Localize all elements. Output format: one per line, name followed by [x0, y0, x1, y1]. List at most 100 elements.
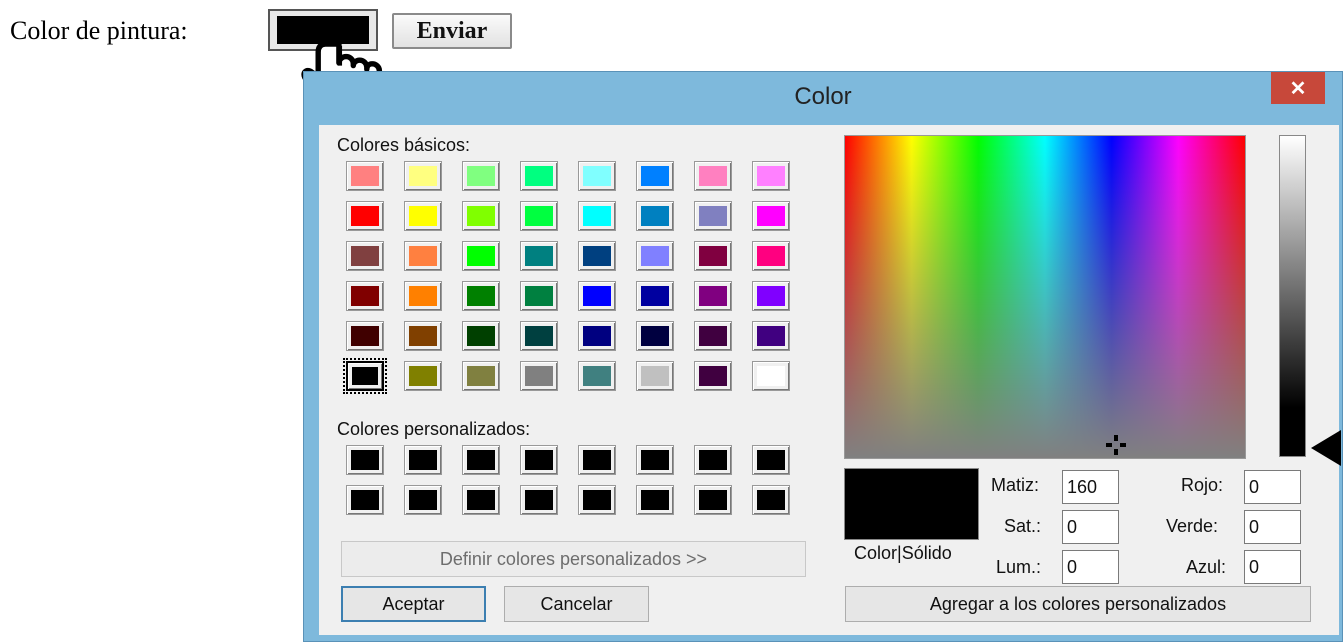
basic-color-swatch[interactable]	[578, 281, 616, 311]
basic-color-swatch-fill	[583, 366, 611, 386]
custom-color-swatch[interactable]	[578, 485, 616, 515]
custom-color-swatch[interactable]	[694, 485, 732, 515]
basic-color-swatch[interactable]	[752, 361, 790, 391]
basic-color-swatch[interactable]	[694, 281, 732, 311]
basic-color-swatch[interactable]	[636, 161, 674, 191]
basic-color-swatch[interactable]	[404, 241, 442, 271]
basic-color-swatch-fill	[699, 326, 727, 346]
custom-color-swatch[interactable]	[520, 485, 558, 515]
custom-color-swatch-fill	[699, 490, 727, 510]
basic-color-swatch[interactable]	[520, 241, 558, 271]
basic-color-swatch[interactable]	[346, 161, 384, 191]
color-dialog: Color ✕ Colores básicos: Colores persona…	[303, 71, 1343, 642]
basic-color-swatch[interactable]	[520, 161, 558, 191]
custom-color-swatch[interactable]	[462, 445, 500, 475]
basic-color-swatch[interactable]	[462, 321, 500, 351]
custom-color-swatch-fill	[467, 450, 495, 470]
basic-color-swatch[interactable]	[636, 241, 674, 271]
custom-color-swatch[interactable]	[404, 445, 442, 475]
basic-color-swatch[interactable]	[346, 321, 384, 351]
basic-color-swatch[interactable]	[636, 201, 674, 231]
lum-field[interactable]: 0	[1062, 550, 1119, 584]
color-preview	[844, 468, 979, 540]
custom-color-swatch[interactable]	[752, 485, 790, 515]
custom-color-swatch[interactable]	[346, 485, 384, 515]
hue-field[interactable]: 160	[1062, 470, 1119, 504]
close-button[interactable]: ✕	[1271, 72, 1325, 104]
basic-color-swatch[interactable]	[694, 321, 732, 351]
basic-color-swatch[interactable]	[752, 201, 790, 231]
basic-color-swatch[interactable]	[404, 281, 442, 311]
basic-color-swatch[interactable]	[578, 161, 616, 191]
basic-color-swatch[interactable]	[636, 281, 674, 311]
send-button[interactable]: Enviar	[392, 13, 512, 49]
custom-color-swatch[interactable]	[520, 445, 558, 475]
basic-color-swatch[interactable]	[694, 201, 732, 231]
basic-color-swatch[interactable]	[578, 321, 616, 351]
basic-color-swatch[interactable]	[404, 321, 442, 351]
basic-color-swatch-fill	[467, 286, 495, 306]
basic-color-swatch[interactable]	[752, 321, 790, 351]
luminance-arrow-icon[interactable]	[1311, 430, 1341, 466]
basic-color-swatch[interactable]	[346, 201, 384, 231]
blue-field[interactable]: 0	[1244, 550, 1301, 584]
basic-color-swatch[interactable]	[520, 321, 558, 351]
custom-color-swatch[interactable]	[346, 445, 384, 475]
basic-color-swatch[interactable]	[462, 281, 500, 311]
add-to-custom-colors-button[interactable]: Agregar a los colores personalizados	[845, 586, 1311, 622]
basic-color-swatch[interactable]	[520, 201, 558, 231]
custom-color-swatch[interactable]	[462, 485, 500, 515]
basic-color-swatch-fill	[641, 166, 669, 186]
basic-color-swatch[interactable]	[694, 361, 732, 391]
accept-button[interactable]: Aceptar	[341, 586, 486, 622]
basic-color-swatch-fill	[467, 326, 495, 346]
basic-color-swatch[interactable]	[404, 201, 442, 231]
basic-color-swatch-fill	[641, 366, 669, 386]
basic-color-swatch[interactable]	[462, 361, 500, 391]
cancel-button[interactable]: Cancelar	[504, 586, 649, 622]
basic-color-swatch-fill	[409, 246, 437, 266]
custom-color-swatch-fill	[409, 490, 437, 510]
basic-color-swatch[interactable]	[694, 161, 732, 191]
basic-color-swatch-fill	[351, 206, 379, 226]
custom-color-swatch-fill	[351, 490, 379, 510]
basic-color-swatch-fill	[757, 326, 785, 346]
red-field[interactable]: 0	[1244, 470, 1301, 504]
basic-color-swatch-fill	[699, 166, 727, 186]
green-field[interactable]: 0	[1244, 510, 1301, 544]
basic-color-swatch-fill	[583, 206, 611, 226]
basic-color-swatch[interactable]	[578, 201, 616, 231]
define-custom-colors-button[interactable]: Definir colores personalizados >>	[341, 541, 806, 577]
sat-field[interactable]: 0	[1062, 510, 1119, 544]
basic-color-swatch[interactable]	[346, 281, 384, 311]
luminance-slider[interactable]	[1279, 135, 1306, 457]
custom-color-swatch[interactable]	[752, 445, 790, 475]
custom-color-swatch[interactable]	[694, 445, 732, 475]
custom-color-swatch[interactable]	[636, 485, 674, 515]
custom-color-swatch-fill	[583, 450, 611, 470]
basic-color-swatch-fill	[409, 166, 437, 186]
basic-color-swatch[interactable]	[636, 361, 674, 391]
basic-color-swatch[interactable]	[462, 161, 500, 191]
custom-color-swatch[interactable]	[578, 445, 616, 475]
basic-color-swatch[interactable]	[752, 161, 790, 191]
hue-saturation-spectrum[interactable]	[844, 135, 1246, 459]
basic-color-swatch[interactable]	[752, 241, 790, 271]
basic-color-swatch[interactable]	[752, 281, 790, 311]
basic-color-swatch[interactable]	[404, 361, 442, 391]
basic-color-swatch[interactable]	[520, 281, 558, 311]
basic-color-swatch[interactable]	[346, 241, 384, 271]
basic-color-swatch[interactable]	[578, 361, 616, 391]
basic-color-swatch[interactable]	[343, 358, 387, 394]
basic-color-swatch[interactable]	[462, 201, 500, 231]
basic-color-swatch[interactable]	[636, 321, 674, 351]
basic-color-swatch[interactable]	[404, 161, 442, 191]
blue-label: Azul:	[1186, 557, 1227, 577]
basic-color-swatch[interactable]	[578, 241, 616, 271]
basic-color-swatch[interactable]	[520, 361, 558, 391]
basic-color-swatch-fill	[409, 286, 437, 306]
basic-color-swatch[interactable]	[694, 241, 732, 271]
custom-color-swatch[interactable]	[636, 445, 674, 475]
basic-color-swatch[interactable]	[462, 241, 500, 271]
custom-color-swatch[interactable]	[404, 485, 442, 515]
